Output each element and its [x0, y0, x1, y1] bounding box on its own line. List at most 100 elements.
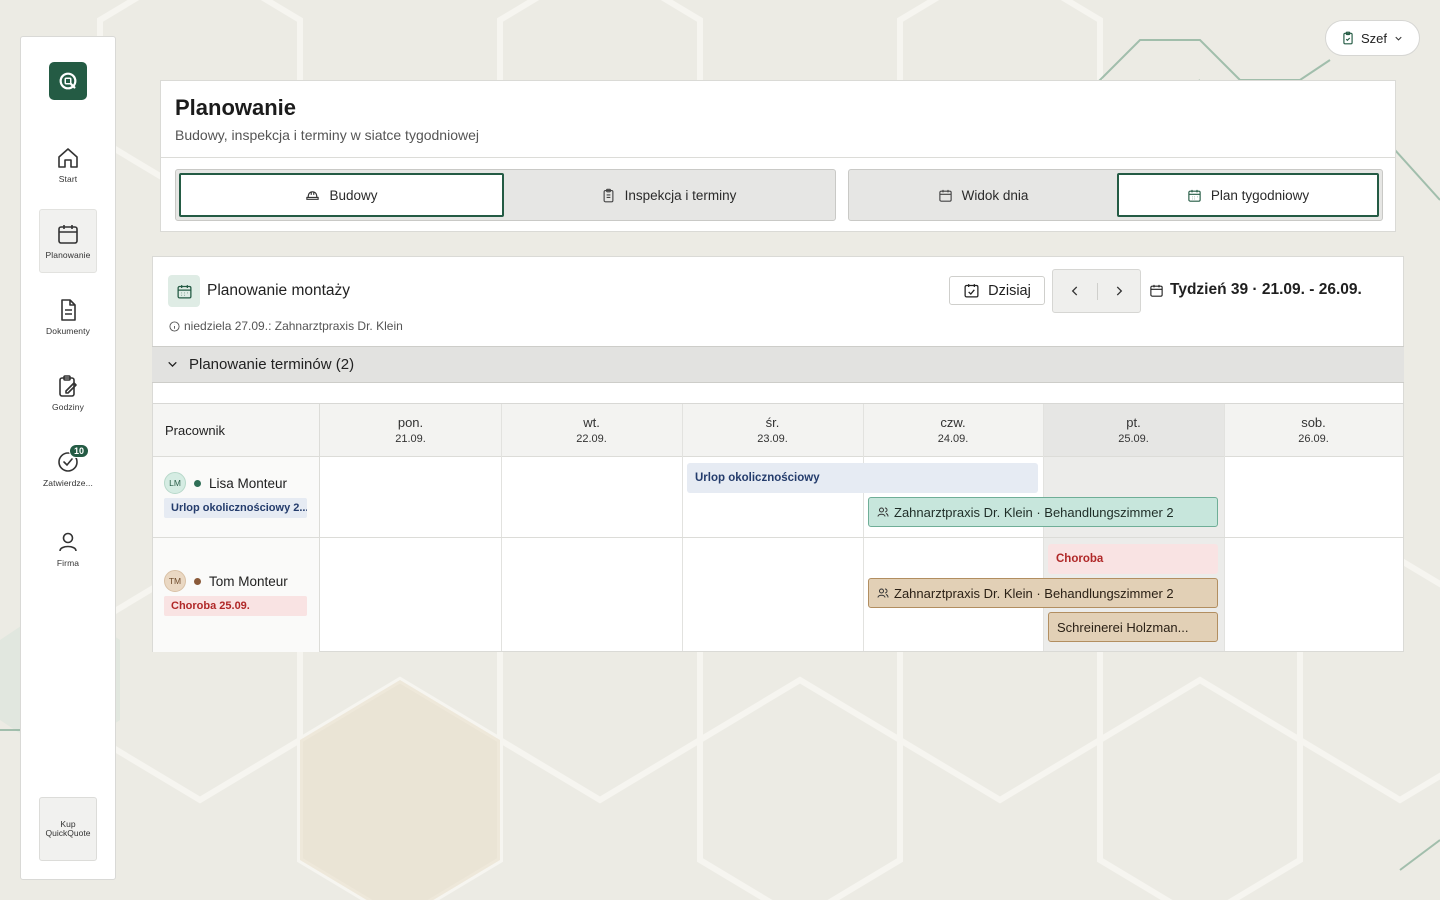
day-header: śr. 23.09. [682, 404, 863, 457]
avatar: TM [164, 570, 186, 592]
grid-line [1224, 404, 1225, 651]
group-toggle[interactable]: Planowanie terminów (2) [152, 346, 1404, 383]
day-name: śr. [765, 415, 780, 430]
today-button[interactable]: Dzisiaj [949, 276, 1045, 305]
logo-icon [59, 72, 77, 90]
next-week-button[interactable] [1097, 270, 1141, 312]
calendar-grid-icon [1188, 189, 1201, 202]
event-label: Zahnarztpraxis Dr. Klein · Behandlungszi… [894, 504, 1174, 520]
tab-label: Widok dnia [961, 187, 1029, 203]
day-header: czw. 24.09. [863, 404, 1043, 457]
sidebar-item-godziny[interactable]: Godziny [39, 361, 97, 425]
day-name: sob. [1301, 415, 1326, 430]
job-event[interactable]: Zahnarztpraxis Dr. Klein · Behandlungszi… [868, 578, 1218, 608]
week-grid: Pracownik pon. 21.09. wt. 22.09. śr. 23.… [153, 403, 1403, 652]
status-dot [194, 577, 201, 585]
employee-name: Lisa Monteur [209, 475, 288, 491]
event-label: Choroba [1056, 553, 1104, 565]
group-label: Planowanie terminów (2) [189, 356, 355, 373]
document-icon [61, 299, 76, 321]
week-label-text: Tydzień 39 · 21.09. - 26.09. [1170, 281, 1362, 298]
tab-widok-dnia[interactable]: Widok dnia [852, 173, 1114, 217]
tab-inspekcja[interactable]: Inspekcja i terminy [506, 173, 831, 217]
employee-name-line: TM Tom Monteur [164, 570, 288, 592]
sidebar-item-start[interactable]: Start [39, 133, 97, 197]
sidebar-item-firma[interactable]: Firma [39, 517, 97, 581]
grid-line [682, 404, 683, 651]
page-subtitle: Budowy, inspekcja i terminy w siatce tyg… [175, 127, 479, 143]
app-logo[interactable] [49, 62, 87, 100]
day-name: wt. [583, 415, 600, 430]
sidebar-item-zatwierdzenia[interactable]: 10 Zatwierdze... [39, 437, 97, 501]
sidebar: Start Planowanie Dokumenty Godziny 10 Za… [20, 36, 116, 880]
employee-column-header: Pracownik [153, 404, 320, 457]
event-label: Zahnarztpraxis Dr. Klein · Behandlungszi… [894, 585, 1174, 601]
status-dot [194, 479, 201, 487]
day-header: pon. 21.09. [320, 404, 501, 457]
planner-title: Planowanie montaży [207, 282, 351, 299]
users-icon [877, 588, 889, 598]
view-type-toggle: Budowy Inspekcja i terminy [175, 169, 836, 221]
employee-absence-tag: Choroba 25.09. [164, 596, 307, 616]
buy-quickquote-button[interactable]: Kup QuickQuote [39, 797, 97, 861]
week-label[interactable]: Tydzień 39 · 21.09. - 26.09. [1149, 281, 1362, 299]
sick-event[interactable]: Choroba [1048, 544, 1218, 574]
day-date: 22.09. [576, 433, 607, 445]
page-header: Planowanie Budowy, inspekcja i terminy w… [160, 80, 1396, 232]
avatar: LM [164, 472, 186, 494]
job-event[interactable]: Zahnarztpraxis Dr. Klein · Behandlungszi… [868, 497, 1218, 527]
tab-plan-tygodniowy[interactable]: Plan tygodniowy [1117, 173, 1379, 217]
employee-name-line: LM Lisa Monteur [164, 472, 287, 494]
leave-event[interactable]: Urlop okolicznościowy [687, 463, 1038, 493]
chevron-down-icon [1395, 36, 1402, 41]
day-header: sob. 26.09. [1224, 404, 1403, 457]
home-icon [58, 148, 78, 168]
sidebar-item-dokumenty[interactable]: Dokumenty [39, 285, 97, 349]
assembly-planner: Planowanie montaży niedziela 27.09.: Zah… [152, 256, 1404, 652]
event-label: Schreinerei Holzman... [1057, 619, 1189, 635]
employee-name: Tom Monteur [209, 573, 288, 589]
day-name: pon. [397, 415, 424, 430]
users-icon [877, 507, 889, 517]
planner-icon-wrap [168, 275, 200, 307]
tab-label: Budowy [329, 187, 378, 203]
calendar-view-toggle: Widok dnia Plan tygodniowy [848, 169, 1383, 221]
notification-badge: 10 [69, 444, 90, 458]
grid-line [1043, 404, 1044, 651]
tab-label: Inspekcja i terminy [624, 187, 737, 203]
grid-line [863, 404, 864, 651]
job-event[interactable]: Schreinerei Holzman... [1048, 612, 1218, 642]
event-label: Urlop okolicznościowy [695, 472, 820, 484]
chevron-right-icon [1116, 286, 1123, 296]
day-name: pt. [1126, 415, 1141, 430]
day-date: 25.09. [1118, 433, 1149, 445]
info-icon [169, 320, 180, 332]
employee-absence-tag: Urlop okolicznościowy 2... [164, 498, 307, 518]
day-header: pt. 25.09. [1043, 404, 1224, 457]
sidebar-item-label: Zatwierdze... [43, 478, 93, 488]
calendar-grid-icon [176, 284, 192, 299]
sidebar-item-planowanie[interactable]: Planowanie [39, 209, 97, 273]
week-navigation [1052, 269, 1141, 313]
planner-note: niedziela 27.09.: Zahnarztpraxis Dr. Kle… [169, 319, 403, 333]
employee-cell: TM Tom Monteur Choroba 25.09. [153, 538, 320, 652]
hard-hat-icon [306, 190, 320, 200]
role-selector[interactable]: Szef [1325, 20, 1420, 56]
day-date: 26.09. [1298, 433, 1329, 445]
sidebar-item-label: Godziny [52, 402, 84, 412]
today-label: Dzisiaj [988, 282, 1031, 299]
prev-week-button[interactable] [1053, 270, 1097, 312]
planner-note-text: niedziela 27.09.: Zahnarztpraxis Dr. Kle… [184, 319, 403, 333]
clipboard-list-icon [603, 188, 614, 202]
tab-budowy[interactable]: Budowy [179, 173, 504, 217]
day-date: 23.09. [757, 433, 788, 445]
sidebar-item-label: Start [58, 174, 78, 184]
calendar-icon [1150, 284, 1163, 297]
chevron-down-icon [168, 361, 177, 368]
row-divider [153, 537, 1403, 538]
clipboard-edit-icon [59, 375, 77, 397]
calendar-icon [938, 189, 952, 202]
page-title: Planowanie [175, 95, 297, 120]
day-header: wt. 22.09. [501, 404, 682, 457]
calendar-check-icon [964, 284, 979, 298]
